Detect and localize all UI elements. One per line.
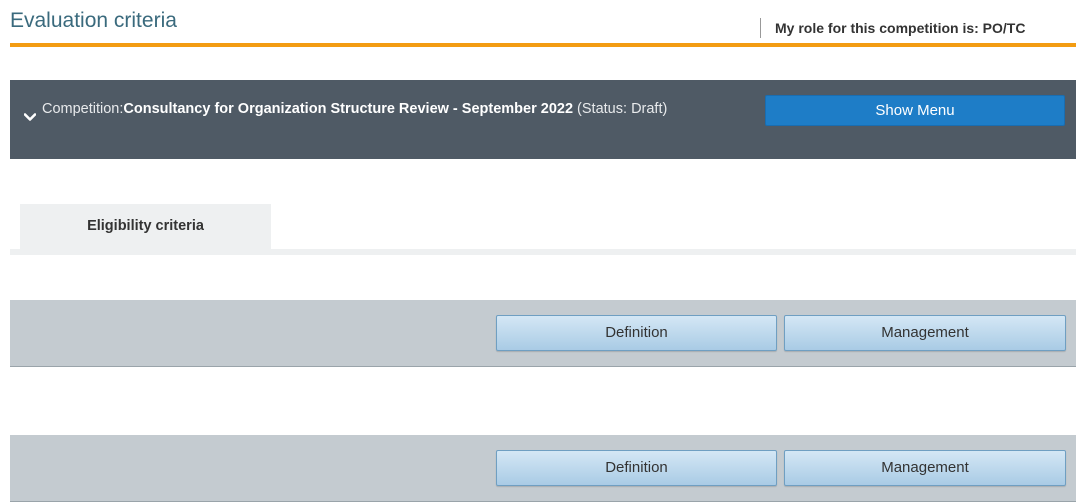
competition-prefix: Competition: bbox=[42, 101, 124, 117]
competition-info: Competition:Consultancy for Organization… bbox=[42, 100, 742, 119]
show-menu-button[interactable]: Show Menu bbox=[765, 95, 1065, 126]
management-button[interactable]: Management bbox=[784, 315, 1066, 351]
page-title: Evaluation criteria bbox=[10, 9, 177, 32]
page-header: Evaluation criteria My role for this com… bbox=[0, 0, 1076, 47]
header-divider bbox=[10, 43, 1076, 47]
tab-eligibility-criteria[interactable]: Eligibility criteria bbox=[20, 204, 271, 249]
competition-name: Consultancy for Organization Structure R… bbox=[123, 101, 574, 117]
competition-status-open: (Status: bbox=[573, 101, 632, 117]
criteria-panel: Definition Management bbox=[10, 435, 1076, 502]
role-indicator: My role for this competition is: PO/TC bbox=[760, 18, 1025, 38]
definition-button[interactable]: Definition bbox=[496, 450, 777, 486]
management-button[interactable]: Management bbox=[784, 450, 1066, 486]
competition-bar: Competition:Consultancy for Organization… bbox=[10, 80, 1076, 159]
competition-status: Draft bbox=[631, 101, 663, 117]
competition-status-close: ) bbox=[662, 101, 668, 117]
criteria-panel: Definition Management bbox=[10, 300, 1076, 367]
tab-strip bbox=[10, 249, 1076, 255]
definition-button[interactable]: Definition bbox=[496, 315, 777, 351]
chevron-down-icon[interactable] bbox=[24, 111, 36, 123]
